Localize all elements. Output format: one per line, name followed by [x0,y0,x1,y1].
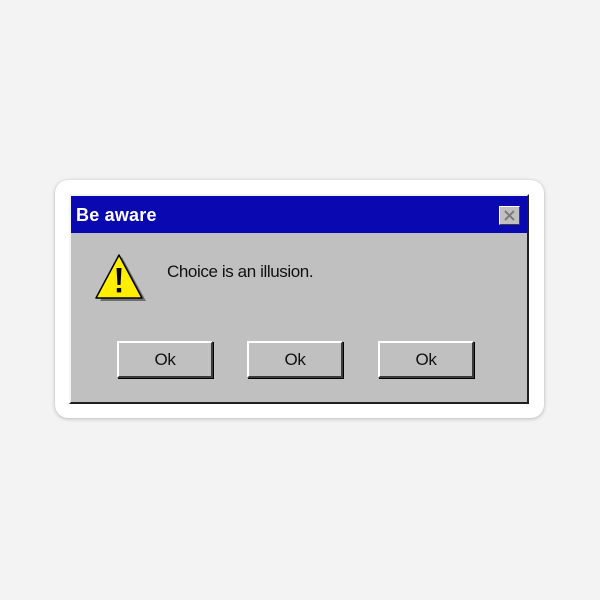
close-icon [504,210,515,221]
ok-button-2[interactable]: Ok [247,341,343,378]
ok-button-1[interactable]: Ok [117,341,213,378]
dialog-title: Be aware [76,205,157,225]
warning-icon [95,254,146,301]
dialog-message: Choice is an illusion. [167,262,314,281]
ok-button-3[interactable]: Ok [378,341,474,378]
alert-dialog: Be aware Choice is an illusion. Ok Ok Ok [69,194,529,404]
close-button[interactable] [499,206,520,225]
title-bar: Be aware [71,196,527,233]
